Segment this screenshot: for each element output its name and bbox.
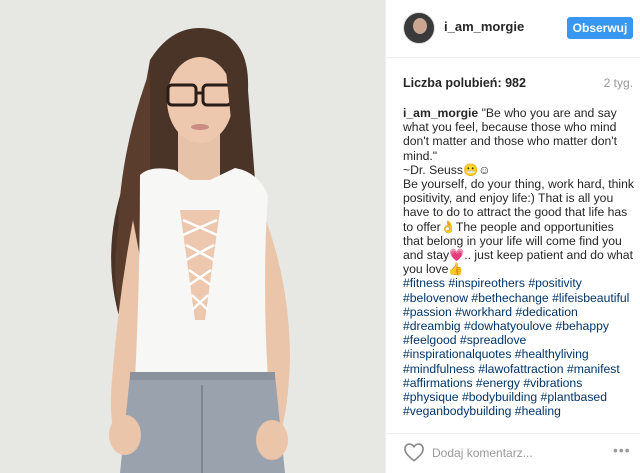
post-side-panel: i_am_morgie Obserwuj Liczba polubień: 98… [385,0,640,473]
avatar[interactable] [403,12,435,44]
follow-button[interactable]: Obserwuj [567,17,633,39]
post-header: i_am_morgie Obserwuj [386,0,640,58]
post-timestamp[interactable]: 2 tyg. [604,76,633,90]
more-options-icon[interactable]: ••• [613,442,631,458]
username-link[interactable]: i_am_morgie [444,19,524,34]
likes-count[interactable]: Liczba polubień: 982 [403,76,526,90]
likes-row: Liczba polubień: 982 2 tyg. [403,76,633,94]
caption-text: "Be who you are and say what you feel, b… [403,106,635,277]
caption-username[interactable]: i_am_morgie [403,106,478,120]
post-photo-illustration [0,0,385,473]
caption-hashtags[interactable]: #fitness #inspireothers #positivity #bel… [403,276,629,418]
post-caption: i_am_morgie "Be who you are and say what… [403,106,635,424]
comment-bar: ••• [386,433,640,473]
comment-input[interactable] [432,443,602,463]
heart-outline-icon[interactable] [403,442,425,462]
post-photo[interactable] [0,0,385,473]
